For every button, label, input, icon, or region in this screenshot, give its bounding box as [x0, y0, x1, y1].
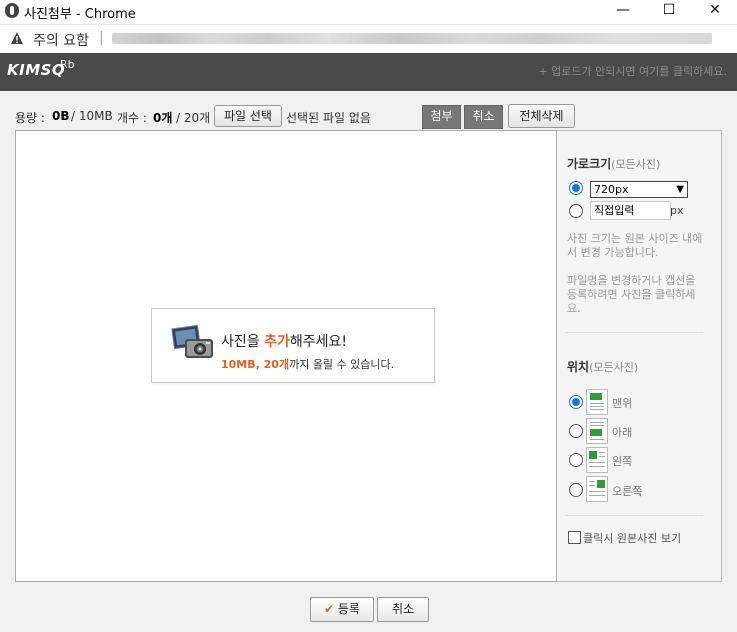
- count-max: / 20개: [176, 111, 211, 125]
- upload-toolbar: 용량 : 0B / 10MB 개수 : 0개 / 20개 파일 선택 선택된 파…: [0, 104, 737, 129]
- options-sidebar: 가로크기(모든사진) 720px ▼ 직접입력 px 사진 크기는 원본 사이즈 …: [557, 130, 722, 582]
- size-note: 사진 크기는 원본 사이즈 내에서 변경 가능합니다.: [567, 232, 703, 259]
- position-top-icon: [586, 389, 608, 415]
- empty-state-title: 사진을 추가해주세요!: [221, 334, 347, 350]
- position-left-radio[interactable]: [569, 453, 583, 467]
- position-right-label: 오른쪽: [612, 485, 643, 498]
- security-warning-label[interactable]: 주의 요함: [33, 30, 89, 50]
- divider: [565, 332, 703, 333]
- empty-state-card: 사진을 추가해주세요! 10MB, 20개까지 올릴 수 있습니다.: [151, 308, 435, 383]
- minimize-button[interactable]: —: [600, 0, 646, 24]
- px-unit-label: px: [670, 204, 684, 217]
- position-right-icon: [586, 476, 608, 502]
- window-titlebar: 사진첨부 - Chrome — ☐ ✕: [0, 0, 737, 24]
- kimsq-logo: KIMSQ: [7, 61, 66, 79]
- width-custom-radio[interactable]: [569, 204, 583, 218]
- camera-photo-icon: [171, 324, 213, 358]
- position-left-label: 왼쪽: [612, 455, 633, 468]
- chrome-app-icon: [5, 3, 19, 18]
- position-bottom-radio[interactable]: [569, 424, 583, 438]
- close-button[interactable]: ✕: [692, 0, 737, 24]
- warning-icon: [11, 32, 23, 44]
- divider: [565, 515, 703, 516]
- capacity-max: / 10MB: [71, 109, 113, 123]
- custom-width-input[interactable]: 직접입력: [590, 201, 671, 220]
- maximize-button[interactable]: ☐: [646, 0, 692, 24]
- width-section-title: 가로크기(모든사진): [567, 157, 661, 171]
- no-file-text: 선택된 파일 없음: [286, 111, 371, 125]
- chevron-down-icon: ▼: [676, 184, 684, 195]
- position-bottom-icon: [586, 418, 608, 444]
- submit-button[interactable]: ✔ 등록: [310, 597, 374, 622]
- window-title: 사진첨부 - Chrome: [24, 7, 136, 22]
- check-icon: ✔: [324, 602, 335, 616]
- upload-help-link[interactable]: + 업로드가 안되시면 여기를 클릭하세요.: [538, 63, 727, 79]
- width-select[interactable]: 720px ▼: [590, 181, 688, 198]
- delete-all-button[interactable]: 전체삭제: [508, 104, 575, 128]
- address-bar[interactable]: 주의 요함 |: [0, 24, 737, 54]
- capacity-label: 용량 :: [15, 111, 45, 125]
- blurred-url[interactable]: [112, 33, 712, 44]
- attach-button[interactable]: 첨부: [422, 105, 461, 129]
- photo-drop-area[interactable]: 사진을 추가해주세요! 10MB, 20개까지 올릴 수 있습니다.: [15, 130, 557, 582]
- position-top-radio[interactable]: [569, 395, 583, 409]
- position-left-icon: [586, 447, 608, 473]
- empty-state-subtitle: 10MB, 20개까지 올릴 수 있습니다.: [221, 358, 395, 371]
- address-separator: |: [99, 30, 104, 46]
- cancel-upload-button[interactable]: 취소: [464, 105, 503, 129]
- width-preset-radio[interactable]: [569, 181, 583, 195]
- original-view-checkbox[interactable]: [568, 531, 581, 544]
- position-top-label: 맨위: [612, 397, 633, 410]
- cancel-button[interactable]: 취소: [377, 597, 429, 622]
- capacity-value: 0B: [52, 109, 70, 123]
- app-header: KIMSQ Rb + 업로드가 안되시면 여기를 클릭하세요.: [0, 53, 737, 91]
- logo-superscript: Rb: [60, 58, 75, 71]
- count-value: 0개: [153, 111, 173, 125]
- count-label: 개수 :: [117, 111, 147, 125]
- position-right-radio[interactable]: [569, 483, 583, 497]
- choose-file-button[interactable]: 파일 선택: [214, 105, 282, 127]
- position-bottom-label: 아래: [612, 426, 633, 439]
- position-section-title: 위치(모든사진): [567, 360, 639, 374]
- original-view-label[interactable]: 클릭시 원본사진 보기: [583, 530, 681, 546]
- caption-note: 파일명을 변경하거나 캡션을 등록하려면 사진을 클릭하세요.: [567, 274, 696, 315]
